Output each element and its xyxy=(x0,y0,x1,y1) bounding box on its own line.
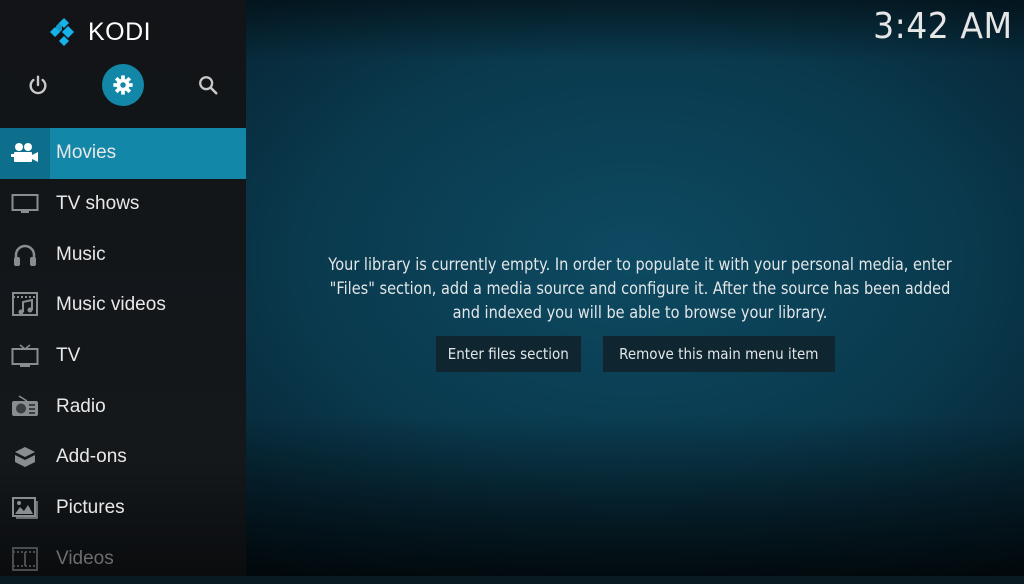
tv-icon xyxy=(11,344,39,368)
menu-item-movies[interactable]: Movies xyxy=(0,128,246,179)
menu-item-label: Music videos xyxy=(56,294,166,316)
menu-item-music-videos[interactable]: Music videos xyxy=(0,280,246,331)
menu-item-label: TV shows xyxy=(56,193,139,215)
clock: 3:42 AM xyxy=(873,6,1012,47)
app-name: KODI xyxy=(88,18,151,47)
menu-item-label: Videos xyxy=(56,548,114,570)
menu-item-radio[interactable]: Radio xyxy=(0,381,246,432)
radio-icon xyxy=(11,395,39,419)
menu-item-label: Movies xyxy=(56,142,116,164)
kodi-logo: KODI xyxy=(48,16,151,48)
menu-item-tv-shows[interactable]: TV shows xyxy=(0,179,246,230)
main-menu: Movies TV shows Music Music v xyxy=(0,128,246,584)
search-button[interactable] xyxy=(187,64,229,106)
power-icon xyxy=(27,74,49,96)
remove-menu-item-label: Remove this main menu item xyxy=(619,345,818,363)
menu-item-music[interactable]: Music xyxy=(0,229,246,280)
empty-library-message: Your library is currently empty. In orde… xyxy=(314,253,965,325)
pictures-icon xyxy=(12,496,38,520)
menu-item-pictures[interactable]: Pictures xyxy=(0,483,246,534)
headphones-icon xyxy=(12,243,38,267)
movie-camera-icon xyxy=(11,141,39,165)
film-icon xyxy=(12,547,38,571)
menu-item-label: Add-ons xyxy=(56,446,127,468)
box-icon xyxy=(13,445,37,469)
menu-item-videos[interactable]: Videos xyxy=(0,534,246,584)
search-icon xyxy=(197,74,219,96)
enter-files-section-label: Enter files section xyxy=(448,345,569,363)
menu-item-label: Radio xyxy=(56,396,106,418)
sidebar: KODI xyxy=(0,0,246,576)
gear-icon xyxy=(112,74,134,96)
menu-item-tv[interactable]: TV xyxy=(0,331,246,382)
music-video-icon xyxy=(12,292,38,318)
remove-menu-item-button[interactable]: Remove this main menu item xyxy=(603,336,835,372)
menu-item-add-ons[interactable]: Add-ons xyxy=(0,432,246,483)
settings-button[interactable] xyxy=(102,64,144,106)
menu-item-label: Pictures xyxy=(56,497,125,519)
kodi-logo-icon xyxy=(48,17,78,47)
menu-item-label: Music xyxy=(56,244,106,266)
menu-item-label: TV xyxy=(56,345,80,367)
enter-files-section-button[interactable]: Enter files section xyxy=(436,336,581,372)
power-button[interactable] xyxy=(17,64,59,106)
monitor-icon xyxy=(11,193,39,215)
